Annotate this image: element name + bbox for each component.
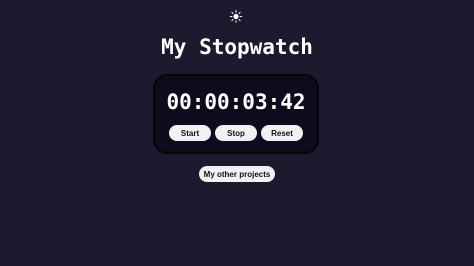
reset-button[interactable]: Reset (261, 125, 303, 141)
page-title: My Stopwatch (161, 35, 313, 59)
stop-button[interactable]: Stop (215, 125, 257, 141)
sun-icon[interactable] (229, 9, 243, 23)
start-button[interactable]: Start (169, 125, 211, 141)
stopwatch-panel: 00:00:03:42 Start Stop Reset (153, 74, 319, 154)
sun-icon-graphic (229, 10, 243, 23)
other-projects-button[interactable]: My other projects (199, 166, 275, 182)
stopwatch-controls: Start Stop Reset (155, 125, 317, 141)
stopwatch-display: 00:00:03:42 (166, 90, 306, 114)
